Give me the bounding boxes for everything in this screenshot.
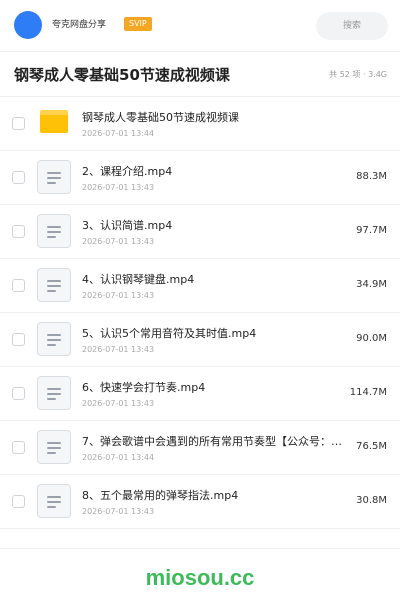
row-checkbox[interactable] bbox=[12, 333, 25, 346]
file-size: 34.9M bbox=[356, 279, 387, 290]
document-icon bbox=[37, 322, 71, 356]
document-icon bbox=[37, 430, 71, 464]
top-bar: 夸克网盘分享 SVIP 搜索 bbox=[0, 0, 400, 52]
file-date: 2026-07-01 13:43 bbox=[82, 399, 155, 408]
list-item[interactable]: 4、认识钢琴键盘.mp4 2026-07-01 13:43 34.9M bbox=[0, 259, 400, 313]
list-item[interactable]: 8、五个最常用的弹琴指法.mp4 2026-07-01 13:43 30.8M bbox=[0, 475, 400, 529]
row-checkbox[interactable] bbox=[12, 171, 25, 184]
file-name: 5、认识5个常用音符及其时值.mp4 bbox=[82, 327, 257, 340]
file-date: 2026-07-01 13:44 bbox=[82, 453, 155, 462]
row-checkbox[interactable] bbox=[12, 225, 25, 238]
file-date: 2026-07-01 13:44 bbox=[82, 129, 155, 138]
page-title: 钢琴成人零基础50节速成视频课 bbox=[14, 66, 230, 84]
footer-divider bbox=[0, 548, 400, 549]
file-date: 2026-07-01 13:43 bbox=[82, 291, 155, 300]
list-item[interactable]: 5、认识5个常用音符及其时值.mp4 2026-07-01 13:43 90.0… bbox=[0, 313, 400, 367]
list-item[interactable]: 2、课程介绍.mp4 2026-07-01 13:43 88.3M bbox=[0, 151, 400, 205]
folder-icon bbox=[40, 110, 68, 133]
sharer-name: 夸克网盘分享 bbox=[52, 20, 107, 30]
watermark: miosou.cc bbox=[145, 565, 255, 590]
list-item[interactable]: 3、认识简谱.mp4 2026-07-01 13:43 97.7M bbox=[0, 205, 400, 259]
document-icon bbox=[37, 484, 71, 518]
file-size: 88.3M bbox=[356, 171, 387, 182]
search-input[interactable]: 搜索 bbox=[316, 12, 388, 40]
row-checkbox[interactable] bbox=[12, 117, 25, 130]
avatar[interactable] bbox=[14, 11, 42, 39]
file-date: 2026-07-01 13:43 bbox=[82, 237, 155, 246]
file-name: 7、弹会歌谱中会遇到的所有常用节奏型【公众号：密知… bbox=[82, 435, 350, 448]
file-name: 3、认识简谱.mp4 bbox=[82, 219, 173, 232]
row-checkbox[interactable] bbox=[12, 387, 25, 400]
list-item[interactable]: 钢琴成人零基础50节速成视频课 2026-07-01 13:44 bbox=[0, 97, 400, 151]
list-item[interactable]: 6、快速学会打节奏.mp4 2026-07-01 13:43 114.7M bbox=[0, 367, 400, 421]
folder-title-bar: 钢琴成人零基础50节速成视频课 共 52 项 · 3.4G bbox=[0, 53, 400, 97]
file-size: 90.0M bbox=[356, 333, 387, 344]
file-size: 30.8M bbox=[356, 495, 387, 506]
file-name: 4、认识钢琴键盘.mp4 bbox=[82, 273, 195, 286]
file-size: 97.7M bbox=[356, 225, 387, 236]
svip-badge: SVIP bbox=[124, 17, 152, 31]
document-icon bbox=[37, 160, 71, 194]
file-list: 钢琴成人零基础50节速成视频课 2026-07-01 13:44 2、课程介绍.… bbox=[0, 97, 400, 529]
file-size: 76.5M bbox=[356, 441, 387, 452]
file-date: 2026-07-01 13:43 bbox=[82, 345, 155, 354]
file-name: 2、课程介绍.mp4 bbox=[82, 165, 173, 178]
file-size: 114.7M bbox=[349, 387, 387, 398]
row-checkbox[interactable] bbox=[12, 441, 25, 454]
document-icon bbox=[37, 376, 71, 410]
file-name: 钢琴成人零基础50节速成视频课 bbox=[82, 111, 239, 124]
row-checkbox[interactable] bbox=[12, 279, 25, 292]
document-icon bbox=[37, 268, 71, 302]
folder-meta: 共 52 项 · 3.4G bbox=[329, 70, 387, 79]
file-date: 2026-07-01 13:43 bbox=[82, 183, 155, 192]
file-date: 2026-07-01 13:43 bbox=[82, 507, 155, 516]
list-item[interactable]: 7、弹会歌谱中会遇到的所有常用节奏型【公众号：密知… 2026-07-01 13… bbox=[0, 421, 400, 475]
row-checkbox[interactable] bbox=[12, 495, 25, 508]
document-icon bbox=[37, 214, 71, 248]
file-name: 6、快速学会打节奏.mp4 bbox=[82, 381, 206, 394]
file-name: 8、五个最常用的弹琴指法.mp4 bbox=[82, 489, 239, 502]
